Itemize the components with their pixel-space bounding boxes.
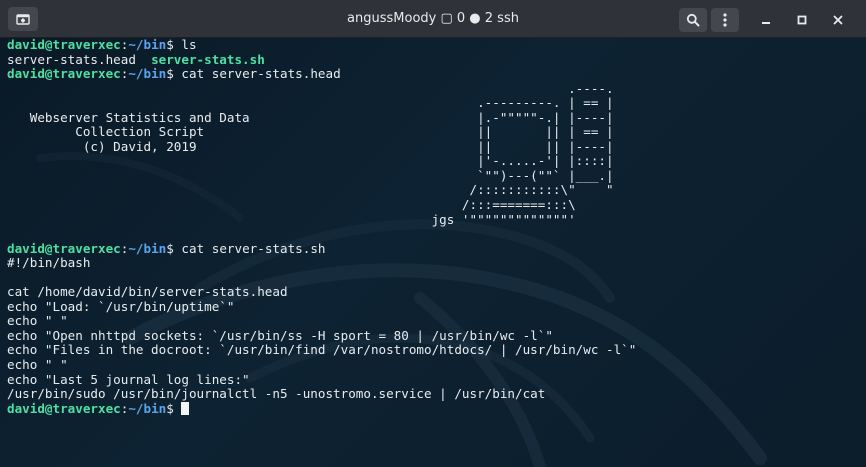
close-icon <box>833 15 843 25</box>
output-text: cat /home/david/bin/server-stats.head <box>7 284 288 300</box>
prompt-symbol: $ <box>166 66 174 82</box>
prompt-user: david@traverxec <box>7 240 121 256</box>
output-text: /usr/bin/sudo /usr/bin/journalctl -n5 -u… <box>7 386 546 402</box>
prompt-path: ~/bin <box>128 400 167 416</box>
ls-output-line: server-stats.head server-stats.sh <box>7 51 859 68</box>
prompt-line: david@traverxec:~/bin$ cat server-stats.… <box>7 66 859 82</box>
command-text <box>174 401 182 416</box>
output-text: jgs '"""""""""""""' <box>7 211 576 227</box>
executable-file-name: server-stats.sh <box>151 51 265 67</box>
output-text: /:::=======:::\ <box>7 197 576 213</box>
output-text: Webserver Statistics and Data |.-"""""-.… <box>7 109 614 125</box>
prompt-symbol: $ <box>166 240 174 256</box>
output-line: echo " " <box>7 357 859 373</box>
title-bar: angussMoody ▢ 0 ● 2 ssh <box>0 0 866 38</box>
output-text: (c) David, 2019 || || |----| <box>7 138 614 154</box>
prompt-user: david@traverxec <box>7 400 121 416</box>
output-line: .----. <box>7 80 859 97</box>
output-line: (c) David, 2019 || || |----| <box>7 138 859 155</box>
output-text: echo "Last 5 journal log lines:" <box>7 371 250 387</box>
close-button[interactable] <box>826 8 850 32</box>
output-text: echo " " <box>7 313 68 329</box>
search-icon <box>686 13 700 27</box>
output-text: #!/bin/bash <box>7 255 91 271</box>
prompt-user: david@traverxec <box>7 38 121 52</box>
window-title: angussMoody ▢ 0 ● 2 ssh <box>347 11 519 26</box>
output-line: .---------. | == | <box>7 95 859 111</box>
output-text: echo " " <box>7 357 68 373</box>
text-cursor <box>181 401 190 415</box>
new-tab-button[interactable] <box>8 7 38 31</box>
output-line: /usr/bin/sudo /usr/bin/journalctl -n5 -u… <box>7 386 859 402</box>
minimize-icon <box>762 22 770 24</box>
output-line: cat /home/david/bin/server-stats.head <box>7 285 859 300</box>
output-line: echo "Last 5 journal log lines:" <box>7 371 859 388</box>
output-text: echo "Load: `/usr/bin/uptime`" <box>7 298 235 314</box>
output-text: .---------. | == | <box>7 95 614 111</box>
minimize-button[interactable] <box>754 8 778 32</box>
terminal-window: angussMoody ▢ 0 ● 2 ssh david@traverxec:… <box>0 0 866 467</box>
prompt-line: david@traverxec:~/bin$ ls <box>7 38 859 53</box>
terminal-output[interactable]: david@traverxec:~/bin$ ls server-stats.he… <box>7 38 859 467</box>
maximize-icon <box>797 15 807 25</box>
kebab-menu-icon <box>723 13 727 27</box>
output-line: echo "Files in the docroot: `/usr/bin/fi… <box>7 343 859 358</box>
prompt-user: david@traverxec <box>7 66 121 82</box>
output-line: /:::=======:::\ <box>7 197 859 213</box>
prompt-path: ~/bin <box>128 240 167 256</box>
output-line: Collection Script || || | == | <box>7 125 859 140</box>
output-text: echo "Files in the docroot: `/usr/bin/fi… <box>7 342 637 358</box>
menu-button[interactable] <box>711 8 739 32</box>
output-text: `"")---(""` |___.| <box>7 167 614 183</box>
prompt-path: ~/bin <box>128 38 167 52</box>
output-line: jgs '"""""""""""""' <box>7 211 859 228</box>
maximize-button[interactable] <box>790 8 814 32</box>
output-text: .----. <box>7 80 614 96</box>
prompt-path: ~/bin <box>128 66 167 82</box>
prompt-symbol: $ <box>166 400 174 416</box>
output-line: |'-.....-'| |::::| <box>7 154 859 169</box>
file-name: server-stats.head <box>7 51 152 67</box>
prompt-symbol: $ <box>166 38 174 52</box>
command-text: cat server-stats.sh <box>173 240 326 256</box>
output-line: /:::::::::::\" " <box>7 183 859 198</box>
prompt-line: david@traverxec:~/bin$ <box>7 400 859 417</box>
output-text: Collection Script || || | == | <box>7 124 614 140</box>
output-line: echo " " <box>7 314 859 329</box>
output-line: #!/bin/bash <box>7 255 859 271</box>
command-text: cat server-stats.head <box>173 66 341 82</box>
prompt-line: david@traverxec:~/bin$ cat server-stats.… <box>7 240 859 257</box>
command-text: ls <box>173 38 197 52</box>
output-line: echo "Open nhttpd sockets: `/usr/bin/ss … <box>7 327 859 344</box>
output-line: echo "Load: `/usr/bin/uptime`" <box>7 298 859 315</box>
output-line: `"")---(""` |___.| <box>7 167 859 184</box>
new-tab-icon <box>16 14 30 25</box>
output-text: echo "Open nhttpd sockets: `/usr/bin/ss … <box>7 327 553 343</box>
output-line: Webserver Statistics and Data |.-"""""-.… <box>7 109 859 126</box>
search-button[interactable] <box>679 8 707 32</box>
output-text: /:::::::::::\" " <box>7 182 614 198</box>
output-text: |'-.....-'| |::::| <box>7 153 614 169</box>
